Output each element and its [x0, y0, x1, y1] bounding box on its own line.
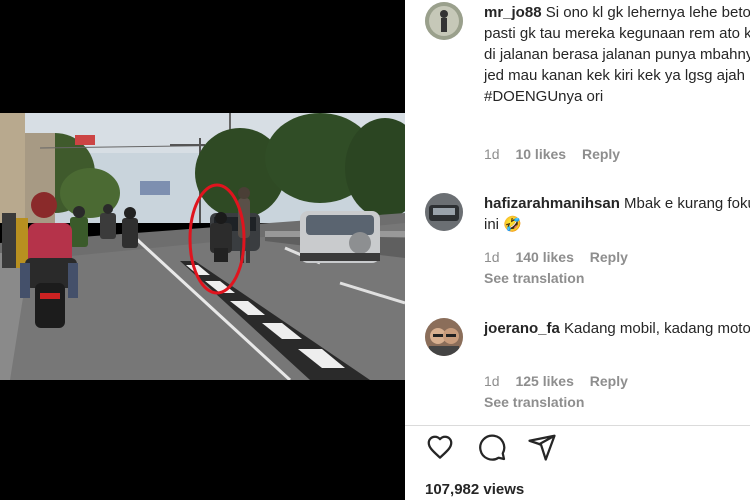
comment-meta: 1d 125 likes Reply: [484, 373, 640, 389]
video-player[interactable]: [0, 113, 405, 380]
comment-meta: 1d 10 likes Reply: [484, 146, 632, 162]
reply-button[interactable]: Reply: [590, 373, 628, 389]
speech-bubble-icon[interactable]: [477, 432, 507, 462]
avatar-image: [425, 2, 463, 40]
avatar[interactable]: [425, 2, 463, 40]
views-count: 107,982 views: [425, 481, 525, 498]
paper-plane-icon[interactable]: [527, 432, 557, 462]
comment-body: Kadang mobil, kadang motor: [564, 320, 750, 337]
avatar[interactable]: [425, 193, 463, 231]
comment-text: joerano_fa Kadang mobil, kadang motor: [484, 318, 750, 339]
avatar[interactable]: [425, 318, 463, 356]
comment-likes[interactable]: 10 likes: [515, 146, 566, 162]
reply-button[interactable]: Reply: [590, 249, 628, 265]
divider: [405, 425, 750, 426]
reply-button[interactable]: Reply: [582, 146, 620, 162]
comment-text: mr_jo88 Si ono kl gk lehernya lehe beton…: [484, 2, 750, 107]
avatar-image: [425, 318, 463, 356]
comments-panel: mr_jo88 Si ono kl gk lehernya lehe beton…: [405, 0, 750, 500]
comment-meta: 1d 140 likes Reply: [484, 249, 640, 265]
avatar-image: [425, 193, 463, 231]
see-translation-link[interactable]: See translation: [484, 270, 584, 286]
video-pane: [0, 0, 405, 500]
heart-icon[interactable]: [425, 432, 455, 462]
comment-age: 1d: [484, 146, 500, 162]
comment-age: 1d: [484, 373, 500, 389]
comment-likes[interactable]: 125 likes: [515, 373, 573, 389]
see-translation-link[interactable]: See translation: [484, 394, 584, 410]
comment-text: hafizarahmanihsan Mbak e kurang fokus in…: [484, 193, 750, 235]
comment-username[interactable]: joerano_fa: [484, 320, 560, 337]
comment-username[interactable]: mr_jo88: [484, 4, 542, 21]
comment-username[interactable]: hafizarahmanihsan: [484, 195, 620, 212]
traffic-scene-image: [0, 113, 405, 380]
comment-age: 1d: [484, 249, 500, 265]
comment-likes[interactable]: 140 likes: [515, 249, 573, 265]
